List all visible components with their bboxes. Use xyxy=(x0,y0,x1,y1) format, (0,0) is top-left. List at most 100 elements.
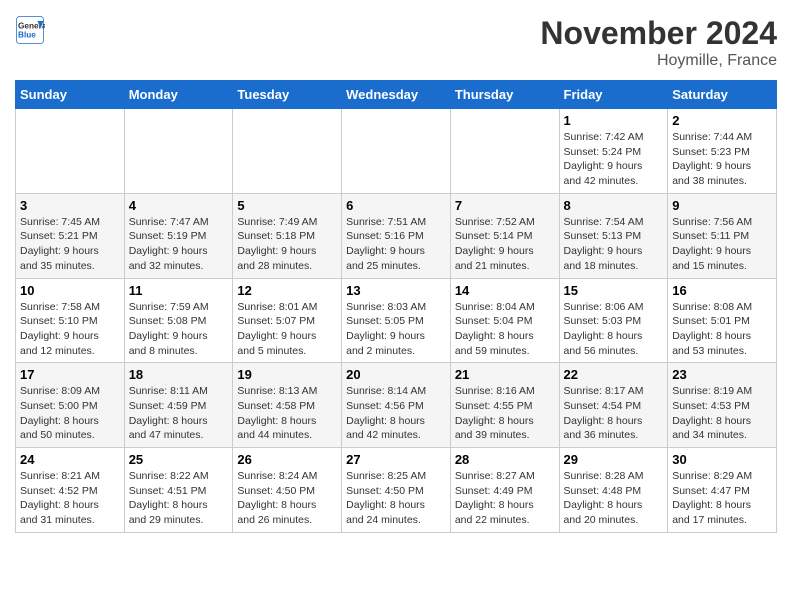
day-info: Sunrise: 8:14 AM Sunset: 4:56 PM Dayligh… xyxy=(346,384,446,443)
calendar-cell: 7Sunrise: 7:52 AM Sunset: 5:14 PM Daylig… xyxy=(450,193,559,278)
location: Hoymille, France xyxy=(540,52,777,70)
day-number: 14 xyxy=(455,283,555,298)
day-number: 22 xyxy=(564,367,664,382)
calendar-cell: 8 Sunrise: 7:54 AM Sunset: 5:13 PM Daylig… xyxy=(559,193,668,278)
day-number: 30 xyxy=(672,452,772,467)
title-block: November 2024 Hoymille, France xyxy=(540,15,777,70)
calendar-cell: 10 Sunrise: 7:58 AM Sunset: 5:10 PM Dayli… xyxy=(16,278,125,363)
day-info: Sunrise: 7:47 AM Sunset: 5:19 PM Dayligh… xyxy=(129,215,229,274)
calendar-cell: 22 Sunrise: 8:17 AM Sunset: 4:54 PM Dayli… xyxy=(559,363,668,448)
calendar-week-row: 17 Sunrise: 8:09 AM Sunset: 5:00 PM Dayli… xyxy=(16,363,777,448)
calendar-cell: 11Sunrise: 7:59 AM Sunset: 5:08 PM Dayli… xyxy=(124,278,233,363)
day-info: Sunrise: 8:04 AM Sunset: 5:04 PM Dayligh… xyxy=(455,300,555,359)
day-info: Sunrise: 8:29 AM Sunset: 4:47 PM Dayligh… xyxy=(672,469,772,528)
col-header-monday: Monday xyxy=(124,81,233,109)
calendar-cell: 29 Sunrise: 8:28 AM Sunset: 4:48 PM Dayli… xyxy=(559,448,668,533)
calendar-week-row: 24 Sunrise: 8:21 AM Sunset: 4:52 PM Dayli… xyxy=(16,448,777,533)
day-number: 13 xyxy=(346,283,446,298)
day-number: 2 xyxy=(672,113,772,128)
day-info: Sunrise: 8:16 AM Sunset: 4:55 PM Dayligh… xyxy=(455,384,555,443)
day-number: 12 xyxy=(237,283,337,298)
calendar-cell: 1 Sunrise: 7:42 AM Sunset: 5:24 PM Daylig… xyxy=(559,109,668,194)
day-number: 7 xyxy=(455,198,555,213)
day-info: Sunrise: 7:49 AM Sunset: 5:18 PM Dayligh… xyxy=(237,215,337,274)
calendar-cell: 28 Sunrise: 8:27 AM Sunset: 4:49 PM Dayli… xyxy=(450,448,559,533)
day-info: Sunrise: 8:17 AM Sunset: 4:54 PM Dayligh… xyxy=(564,384,664,443)
day-number: 17 xyxy=(20,367,120,382)
day-number: 3 xyxy=(20,198,120,213)
day-number: 25 xyxy=(129,452,229,467)
day-number: 16 xyxy=(672,283,772,298)
calendar-cell: 27 Sunrise: 8:25 AM Sunset: 4:50 PM Dayli… xyxy=(342,448,451,533)
calendar-cell: 20 Sunrise: 8:14 AM Sunset: 4:56 PM Dayli… xyxy=(342,363,451,448)
day-info: Sunrise: 8:28 AM Sunset: 4:48 PM Dayligh… xyxy=(564,469,664,528)
calendar-cell: 3 Sunrise: 7:45 AM Sunset: 5:21 PM Daylig… xyxy=(16,193,125,278)
day-info: Sunrise: 7:58 AM Sunset: 5:10 PM Dayligh… xyxy=(20,300,120,359)
col-header-saturday: Saturday xyxy=(668,81,777,109)
day-number: 18 xyxy=(129,367,229,382)
day-info: Sunrise: 7:42 AM Sunset: 5:24 PM Dayligh… xyxy=(564,130,664,189)
calendar-cell: 26 Sunrise: 8:24 AM Sunset: 4:50 PM Dayli… xyxy=(233,448,342,533)
calendar-cell: 23Sunrise: 8:19 AM Sunset: 4:53 PM Dayli… xyxy=(668,363,777,448)
logo: General Blue xyxy=(15,15,47,45)
day-info: Sunrise: 8:01 AM Sunset: 5:07 PM Dayligh… xyxy=(237,300,337,359)
col-header-tuesday: Tuesday xyxy=(233,81,342,109)
day-info: Sunrise: 8:03 AM Sunset: 5:05 PM Dayligh… xyxy=(346,300,446,359)
calendar-cell: 4 Sunrise: 7:47 AM Sunset: 5:19 PM Daylig… xyxy=(124,193,233,278)
day-number: 28 xyxy=(455,452,555,467)
day-info: Sunrise: 7:56 AM Sunset: 5:11 PM Dayligh… xyxy=(672,215,772,274)
calendar-cell: 18 Sunrise: 8:11 AM Sunset: 4:59 PM Dayli… xyxy=(124,363,233,448)
day-number: 27 xyxy=(346,452,446,467)
calendar-week-row: 10 Sunrise: 7:58 AM Sunset: 5:10 PM Dayli… xyxy=(16,278,777,363)
day-number: 11 xyxy=(129,283,229,298)
day-info: Sunrise: 8:24 AM Sunset: 4:50 PM Dayligh… xyxy=(237,469,337,528)
calendar-cell: 30 Sunrise: 8:29 AM Sunset: 4:47 PM Dayli… xyxy=(668,448,777,533)
calendar-cell: 14 Sunrise: 8:04 AM Sunset: 5:04 PM Dayli… xyxy=(450,278,559,363)
calendar-table: SundayMondayTuesdayWednesdayThursdayFrid… xyxy=(15,80,777,533)
calendar-cell: 12 Sunrise: 8:01 AM Sunset: 5:07 PM Dayli… xyxy=(233,278,342,363)
day-info: Sunrise: 7:44 AM Sunset: 5:23 PM Dayligh… xyxy=(672,130,772,189)
day-info: Sunrise: 8:08 AM Sunset: 5:01 PM Dayligh… xyxy=(672,300,772,359)
day-number: 8 xyxy=(564,198,664,213)
day-info: Sunrise: 8:11 AM Sunset: 4:59 PM Dayligh… xyxy=(129,384,229,443)
day-info: Sunrise: 8:13 AM Sunset: 4:58 PM Dayligh… xyxy=(237,384,337,443)
calendar-cell: 17 Sunrise: 8:09 AM Sunset: 5:00 PM Dayli… xyxy=(16,363,125,448)
day-info: Sunrise: 8:27 AM Sunset: 4:49 PM Dayligh… xyxy=(455,469,555,528)
calendar-header-row: SundayMondayTuesdayWednesdayThursdayFrid… xyxy=(16,81,777,109)
day-info: Sunrise: 7:45 AM Sunset: 5:21 PM Dayligh… xyxy=(20,215,120,274)
day-info: Sunrise: 8:25 AM Sunset: 4:50 PM Dayligh… xyxy=(346,469,446,528)
day-number: 19 xyxy=(237,367,337,382)
day-number: 9 xyxy=(672,198,772,213)
day-number: 4 xyxy=(129,198,229,213)
calendar-cell: 13 Sunrise: 8:03 AM Sunset: 5:05 PM Dayli… xyxy=(342,278,451,363)
day-number: 29 xyxy=(564,452,664,467)
day-number: 6 xyxy=(346,198,446,213)
col-header-wednesday: Wednesday xyxy=(342,81,451,109)
calendar-cell: 25Sunrise: 8:22 AM Sunset: 4:51 PM Dayli… xyxy=(124,448,233,533)
month-title: November 2024 xyxy=(540,15,777,52)
calendar-cell: 6Sunrise: 7:51 AM Sunset: 5:16 PM Daylig… xyxy=(342,193,451,278)
day-number: 10 xyxy=(20,283,120,298)
calendar-cell: 21 Sunrise: 8:16 AM Sunset: 4:55 PM Dayli… xyxy=(450,363,559,448)
day-info: Sunrise: 7:54 AM Sunset: 5:13 PM Dayligh… xyxy=(564,215,664,274)
logo-icon: General Blue xyxy=(15,15,45,45)
day-number: 21 xyxy=(455,367,555,382)
day-number: 24 xyxy=(20,452,120,467)
calendar-cell xyxy=(450,109,559,194)
calendar-cell xyxy=(233,109,342,194)
col-header-friday: Friday xyxy=(559,81,668,109)
day-number: 1 xyxy=(564,113,664,128)
calendar-cell xyxy=(124,109,233,194)
calendar-cell xyxy=(342,109,451,194)
day-number: 20 xyxy=(346,367,446,382)
day-info: Sunrise: 8:19 AM Sunset: 4:53 PM Dayligh… xyxy=(672,384,772,443)
calendar-cell: 19 Sunrise: 8:13 AM Sunset: 4:58 PM Dayli… xyxy=(233,363,342,448)
day-info: Sunrise: 8:21 AM Sunset: 4:52 PM Dayligh… xyxy=(20,469,120,528)
col-header-sunday: Sunday xyxy=(16,81,125,109)
col-header-thursday: Thursday xyxy=(450,81,559,109)
calendar-cell: 2 Sunrise: 7:44 AM Sunset: 5:23 PM Daylig… xyxy=(668,109,777,194)
day-info: Sunrise: 8:09 AM Sunset: 5:00 PM Dayligh… xyxy=(20,384,120,443)
day-number: 26 xyxy=(237,452,337,467)
day-number: 15 xyxy=(564,283,664,298)
day-number: 5 xyxy=(237,198,337,213)
